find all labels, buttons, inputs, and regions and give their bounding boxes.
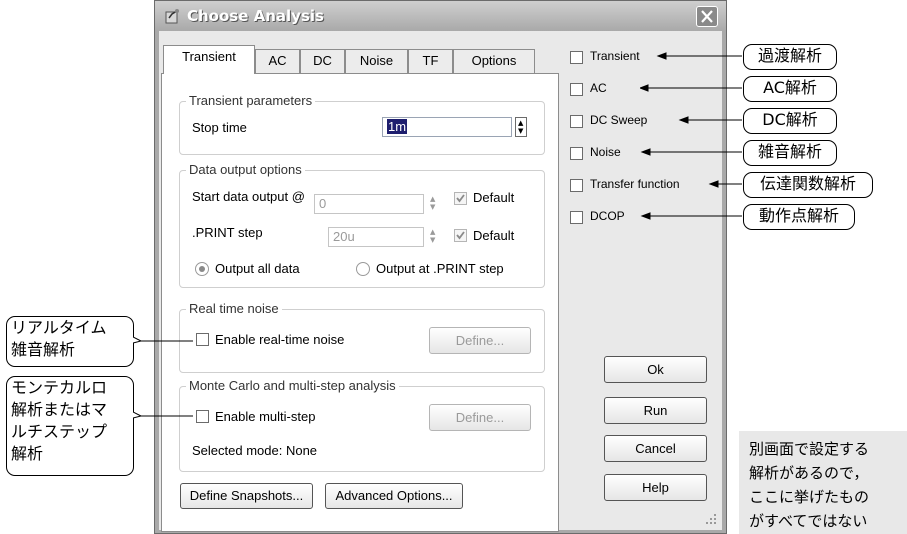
group-title: Monte Carlo and multi-step analysis — [186, 378, 399, 393]
callout-monte-carlo: モンテカルロ 解析またはマ ルチステップ 解析 — [6, 376, 134, 476]
analysis-check-ac[interactable] — [570, 83, 583, 96]
print-step-spinner[interactable]: ▲ ▼ — [428, 227, 440, 247]
note-line: 解析があるので， — [749, 464, 869, 482]
ok-button[interactable]: Ok — [604, 356, 707, 383]
stop-time-input[interactable]: 1m — [382, 117, 512, 137]
callout-pointer — [133, 336, 193, 344]
note-line: がすべてではない — [749, 512, 868, 530]
tab-noise[interactable]: Noise — [345, 49, 408, 73]
advanced-options-button[interactable]: Advanced Options... — [325, 483, 463, 509]
group-title: Transient parameters — [186, 93, 316, 108]
analysis-label-ac: AC — [590, 81, 607, 95]
tab-ac[interactable]: AC — [255, 49, 300, 73]
check-icon — [456, 194, 465, 203]
analysis-label-noise: Noise — [590, 145, 621, 159]
group-title: Data output options — [186, 162, 305, 177]
run-button[interactable]: Run — [604, 397, 707, 424]
realtime-noise-checkbox[interactable] — [196, 333, 209, 346]
callout-dc: DC解析 — [743, 108, 837, 134]
spin-down-icon[interactable]: ▼ — [430, 204, 435, 211]
callout-noise: 雑音解析 — [743, 140, 837, 166]
callout-pointer — [133, 411, 193, 419]
analysis-check-dc-sweep[interactable] — [570, 115, 583, 128]
start-data-output-input[interactable]: 0 — [314, 194, 424, 214]
callout-line: リアルタイム — [11, 318, 107, 337]
close-button[interactable] — [696, 6, 718, 27]
callout-ac: AC解析 — [743, 76, 837, 102]
resize-grip-icon[interactable] — [704, 512, 718, 526]
print-default-label: Default — [473, 228, 515, 243]
define-snapshots-button[interactable]: Define Snapshots... — [180, 483, 313, 509]
tab-dc[interactable]: DC — [300, 49, 345, 73]
callout-arrows — [640, 52, 742, 220]
radio-output-all[interactable] — [195, 262, 209, 276]
print-default-checkbox[interactable] — [454, 229, 467, 242]
analysis-label-transient: Transient — [590, 49, 640, 63]
callout-dcop: 動作点解析 — [743, 204, 855, 230]
tab-transient[interactable]: Transient — [163, 45, 255, 74]
title-bar[interactable]: Choose Analysis — [155, 1, 726, 31]
realtime-noise-label: Enable real-time noise — [215, 332, 345, 347]
radio-output-all-label: Output all data — [215, 261, 300, 276]
close-icon — [701, 10, 713, 23]
check-icon — [456, 231, 465, 240]
start-data-output-label: Start data output @ — [192, 189, 305, 204]
callout-line: ルチステップ — [11, 422, 108, 441]
analysis-check-transfer-function[interactable] — [570, 179, 583, 192]
stop-time-spinner[interactable]: ▲ ▼ — [515, 117, 527, 137]
note-line: 別画面で設定する — [749, 440, 870, 458]
radio-output-print[interactable] — [356, 262, 370, 276]
print-step-label: .PRINT step — [192, 225, 263, 240]
app-icon — [165, 8, 181, 24]
stop-time-label: Stop time — [192, 120, 247, 135]
spin-up-icon[interactable]: ▲ — [518, 120, 523, 127]
print-step-input[interactable]: 20u — [328, 227, 424, 247]
group-title: Real time noise — [186, 301, 282, 316]
analysis-label-dcop: DCOP — [590, 209, 625, 223]
multi-step-define-button[interactable]: Define... — [429, 404, 531, 431]
analysis-check-dcop[interactable] — [570, 211, 583, 224]
callout-realtime-noise: リアルタイム 雑音解析 — [6, 316, 134, 367]
note-box: 別画面で設定する 解析があるので， ここに挙げたもの がすべてではない — [739, 431, 907, 534]
analysis-check-noise[interactable] — [570, 147, 583, 160]
spin-up-icon[interactable]: ▲ — [430, 229, 435, 236]
callout-transient: 過渡解析 — [743, 44, 837, 70]
radio-output-print-label: Output at .PRINT step — [376, 261, 504, 276]
callout-line: 解析 — [11, 444, 44, 463]
analysis-label-dc-sweep: DC Sweep — [590, 113, 648, 127]
tab-options[interactable]: Options — [453, 49, 535, 73]
window-frame-left — [155, 31, 159, 533]
radio-selected-dot — [199, 266, 205, 272]
window-title: Choose Analysis — [187, 7, 324, 25]
analysis-check-transient[interactable] — [570, 51, 583, 64]
multi-step-checkbox[interactable] — [196, 410, 209, 423]
start-default-label: Default — [473, 190, 515, 205]
help-button[interactable]: Help — [604, 474, 707, 501]
tab-tf[interactable]: TF — [408, 49, 453, 73]
spin-down-icon[interactable]: ▼ — [518, 128, 523, 135]
multi-step-label: Enable multi-step — [215, 409, 316, 424]
callout-line: 雑音解析 — [11, 340, 76, 359]
callout-line: 解析またはマ — [11, 400, 108, 419]
start-default-checkbox[interactable] — [454, 192, 467, 205]
note-line: ここに挙げたもの — [749, 488, 870, 506]
callout-transfer-function: 伝達関数解析 — [743, 172, 873, 198]
spin-down-icon[interactable]: ▼ — [430, 237, 435, 244]
selected-mode-text: Selected mode: None — [192, 443, 318, 458]
spin-up-icon[interactable]: ▲ — [430, 196, 435, 203]
callout-line: モンテカルロ — [11, 378, 108, 397]
cancel-button[interactable]: Cancel — [604, 435, 707, 462]
realtime-define-button[interactable]: Define... — [429, 327, 531, 354]
start-data-spinner[interactable]: ▲ ▼ — [428, 194, 440, 214]
